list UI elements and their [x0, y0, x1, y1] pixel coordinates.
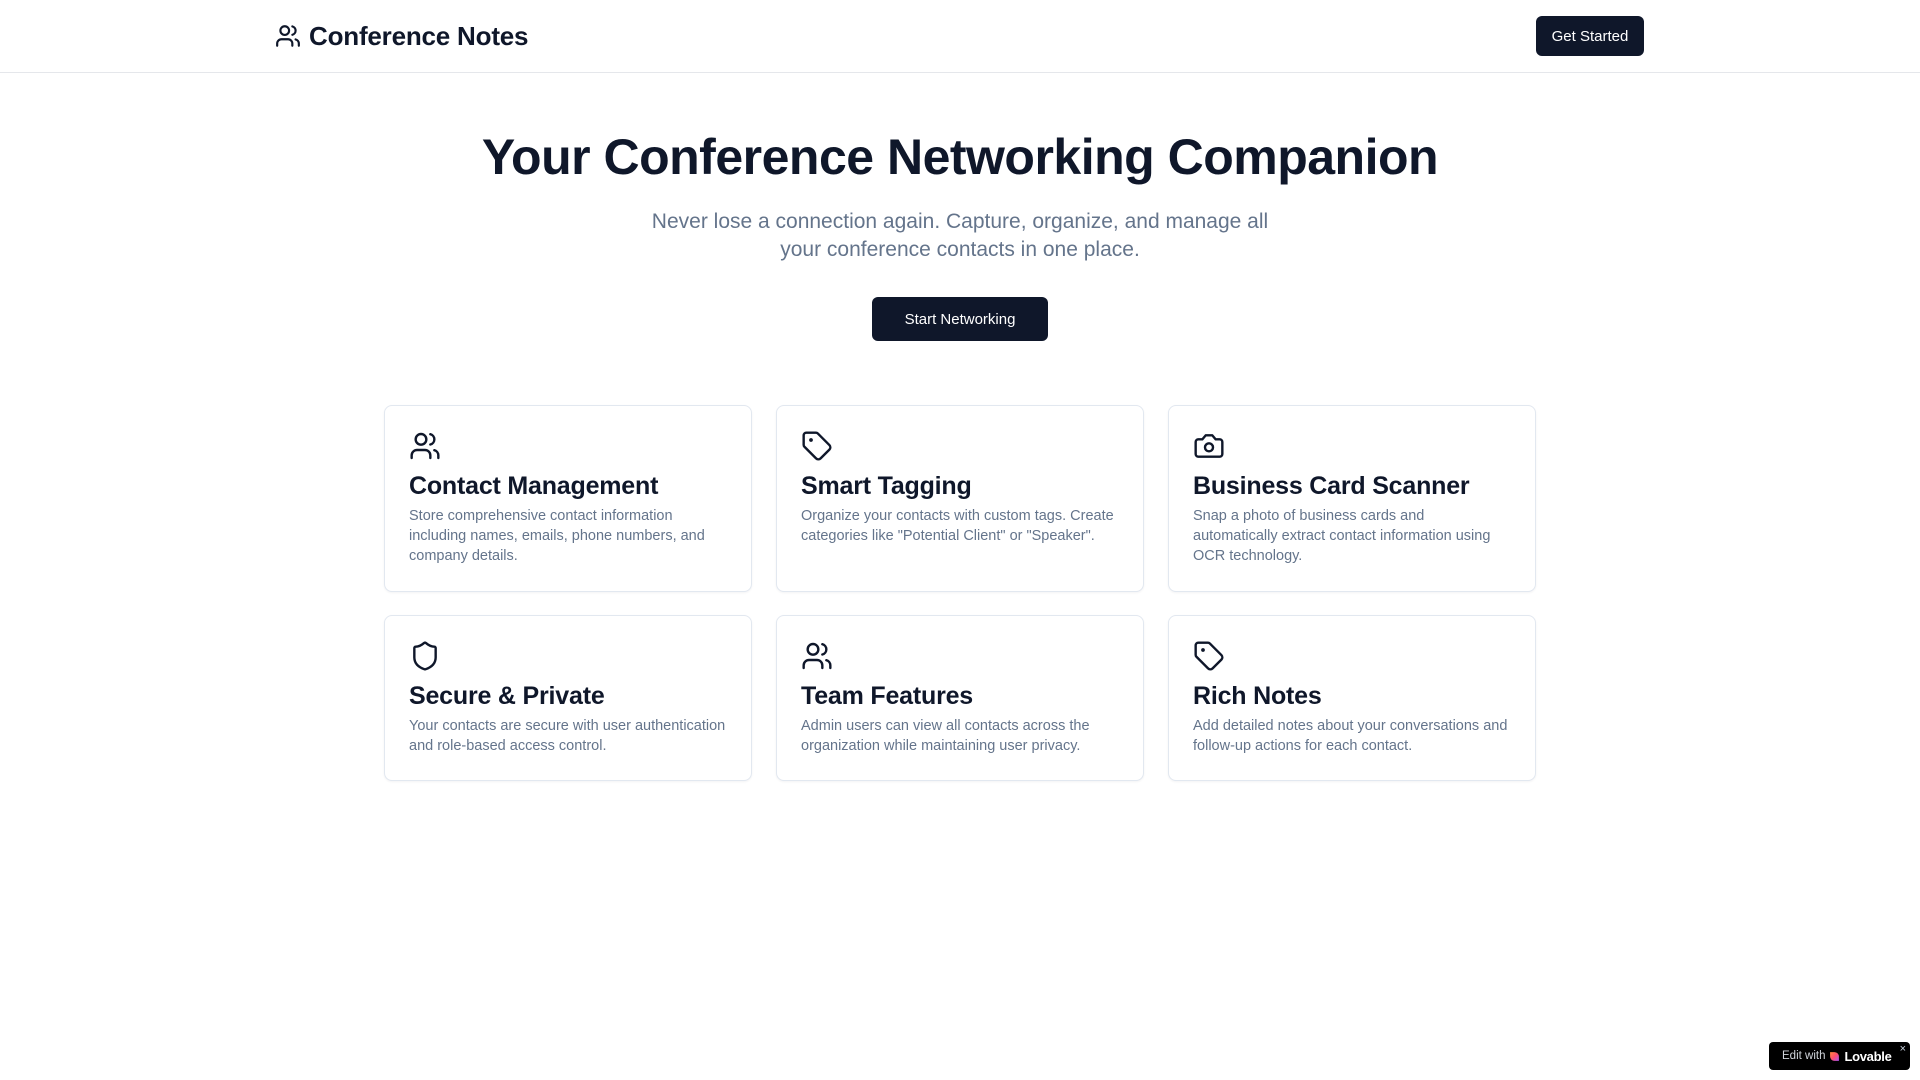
feature-description: Admin users can view all contacts across… — [801, 718, 1090, 754]
badge-brand: Lovable — [1844, 1048, 1892, 1064]
edit-with-lovable-badge[interactable]: Edit with Lovable × — [1769, 1042, 1910, 1070]
tag-icon — [801, 430, 833, 462]
brand-title: Conference Notes — [309, 20, 529, 51]
feature-description: Store comprehensive contact information … — [409, 508, 705, 564]
feature-title: Team Features — [801, 682, 974, 710]
top-nav: Conference Notes Get Started — [0, 0, 1920, 73]
shield-icon — [409, 640, 441, 672]
feature-title: Secure & Private — [409, 682, 605, 710]
lovable-heart-icon — [1829, 1051, 1840, 1062]
hero-subtitle: Never lose a connection again. Capture, … — [651, 210, 1269, 261]
feature-description: Organize your contacts with custom tags.… — [801, 508, 1114, 544]
users-icon — [275, 23, 301, 49]
hero-title: Your Conference Networking Companion — [481, 129, 1439, 185]
feature-card-rich-notes: Rich Notes Add detailed notes about your… — [1168, 615, 1536, 781]
badge-prefix: Edit with — [1782, 1050, 1826, 1062]
brand[interactable]: Conference Notes — [275, 20, 529, 52]
tag-icon — [1193, 640, 1225, 672]
feature-description: Your contacts are secure with user authe… — [409, 718, 726, 754]
users-icon — [801, 640, 833, 672]
feature-description: Snap a photo of business cards and autom… — [1193, 508, 1491, 564]
close-icon[interactable]: × — [1900, 1043, 1906, 1055]
feature-title: Rich Notes — [1193, 682, 1322, 710]
camera-icon — [1193, 430, 1225, 462]
users-icon — [409, 430, 441, 462]
feature-title: Contact Management — [409, 472, 659, 500]
feature-card-smart-tagging: Smart Tagging Organize your contacts wit… — [776, 405, 1144, 592]
get-started-button[interactable]: Get Started — [1536, 16, 1644, 56]
feature-card-business-card-scanner: Business Card Scanner Snap a photo of bu… — [1168, 405, 1536, 592]
feature-card-team-features: Team Features Admin users can view all c… — [776, 615, 1144, 781]
start-networking-button[interactable]: Start Networking — [872, 297, 1048, 341]
feature-description: Add detailed notes about your conversati… — [1193, 718, 1508, 754]
feature-title: Smart Tagging — [801, 472, 972, 500]
feature-title: Business Card Scanner — [1193, 472, 1470, 500]
feature-card-contact-management: Contact Management Store comprehensive c… — [384, 405, 752, 592]
feature-card-secure-private: Secure & Private Your contacts are secur… — [384, 615, 752, 781]
